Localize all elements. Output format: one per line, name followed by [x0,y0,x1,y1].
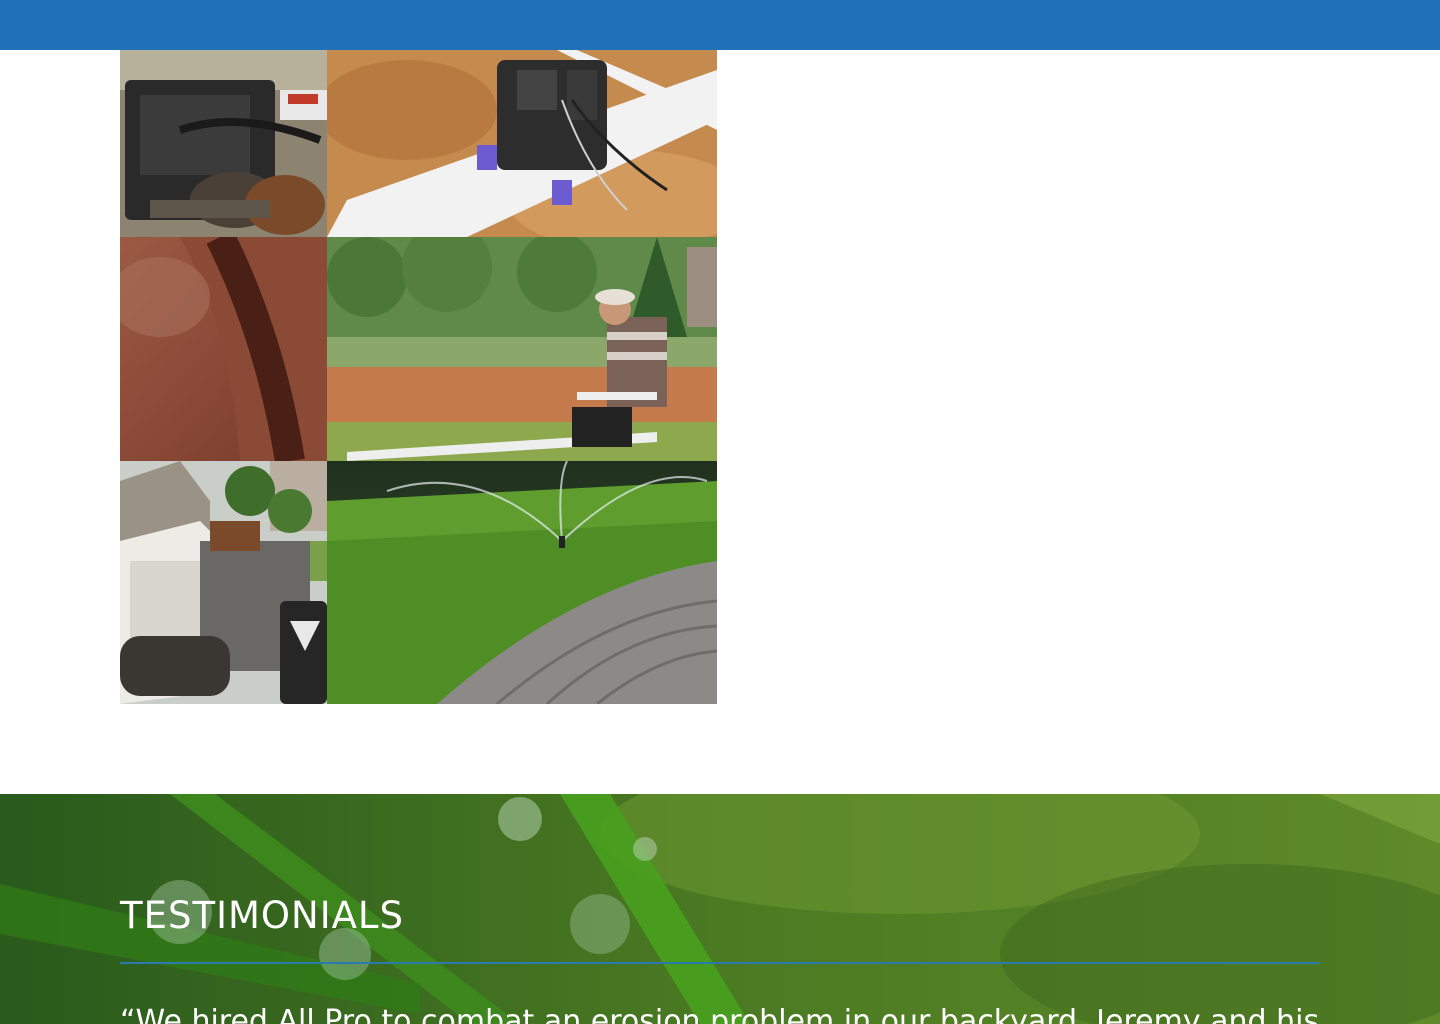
worker-laying-pipe-photo[interactable] [327,237,717,461]
testimonial-quote: “We hired All Pro to combat an erosion p… [120,1004,1320,1024]
bobcat-trencher-photo[interactable] [120,461,327,704]
top-header-bar [0,0,1440,50]
testimonials-heading: TESTIMONIALS [120,894,405,937]
project-photo-gallery [120,50,717,704]
irrigation-valve-pipes-photo[interactable] [327,50,717,237]
testimonials-section: TESTIMONIALS “We hired All Pro to combat… [0,794,1440,1024]
heading-divider [120,962,1320,964]
dirt-trench-closeup-photo[interactable] [120,237,327,461]
auger-machine-photo[interactable] [120,50,327,237]
sprinkler-on-lawn-photo[interactable] [327,461,717,704]
